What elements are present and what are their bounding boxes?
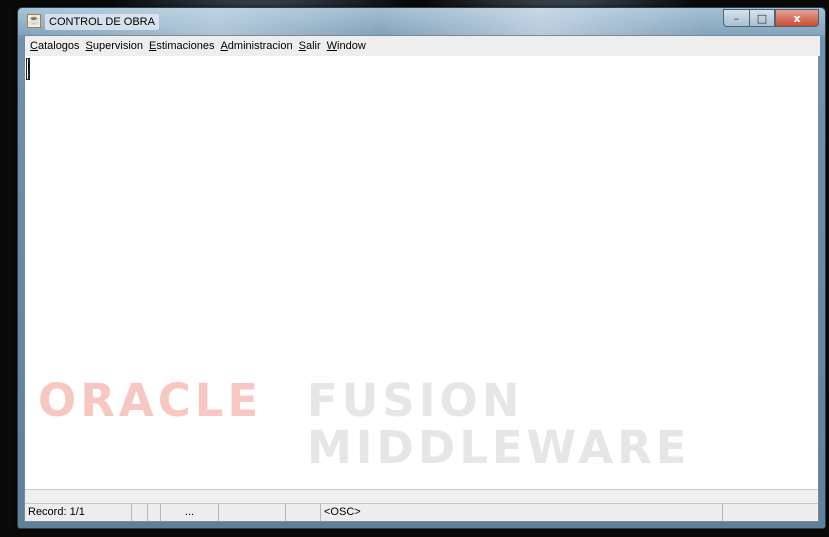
window-title: CONTROL DE OBRA	[45, 14, 159, 30]
watermark-middleware: MIDDLEWARE	[307, 421, 691, 474]
menu-estimaciones[interactable]: Estimaciones	[146, 36, 217, 56]
app-window: ☕ CONTROL DE OBRA – □ x Catalogos Superv…	[17, 7, 826, 529]
status-cell-empty	[148, 504, 161, 521]
menu-administracion[interactable]: Administracion	[217, 36, 295, 56]
status-cell-empty	[132, 504, 148, 521]
status-cell-empty	[219, 504, 286, 521]
title-bar[interactable]: ☕ CONTROL DE OBRA – □ x	[18, 8, 825, 35]
menu-salir[interactable]: Salir	[296, 36, 324, 56]
status-ellipsis: ...	[161, 504, 219, 521]
status-cell-empty	[286, 504, 321, 521]
minimize-button[interactable]: –	[723, 9, 749, 27]
menu-window[interactable]: Window	[324, 36, 369, 56]
mdi-workspace: ORACLE FUSION MIDDLEWARE	[25, 56, 818, 489]
menu-mnemonic: S	[85, 40, 93, 52]
menu-label: alir	[305, 40, 321, 52]
status-mode: <OSC>	[321, 504, 723, 521]
menu-mnemonic: A	[220, 40, 228, 52]
java-cup-icon[interactable]: ☕	[27, 14, 41, 28]
menu-label: atalogos	[37, 40, 80, 52]
menu-label: upervision	[92, 40, 144, 52]
menu-supervision[interactable]: Supervision	[83, 36, 146, 56]
watermark-oracle: ORACLE	[38, 374, 263, 427]
menu-mnemonic: W	[326, 40, 338, 52]
menu-mnemonic: C	[30, 40, 38, 52]
close-button[interactable]: x	[775, 9, 819, 27]
status-bar: Record: 1/1 ... <OSC>	[25, 504, 818, 521]
text-cursor-field[interactable]	[26, 58, 30, 80]
client-area: Catalogos Supervision Estimaciones Admin…	[24, 35, 820, 522]
maximize-button[interactable]: □	[749, 9, 775, 27]
status-record: Record: 1/1	[25, 504, 132, 521]
message-line	[25, 489, 818, 504]
menu-catalogos[interactable]: Catalogos	[27, 36, 83, 56]
menu-mnemonic: S	[298, 40, 306, 52]
watermark-fusion: FUSION	[307, 374, 524, 427]
menu-label: indow	[337, 40, 366, 52]
menu-bar: Catalogos Supervision Estimaciones Admin…	[25, 36, 820, 56]
status-cell-empty	[723, 504, 818, 521]
menu-label: dministracion	[227, 40, 293, 52]
caption-buttons: – □ x	[723, 9, 819, 28]
menu-label: stimaciones	[156, 40, 215, 52]
